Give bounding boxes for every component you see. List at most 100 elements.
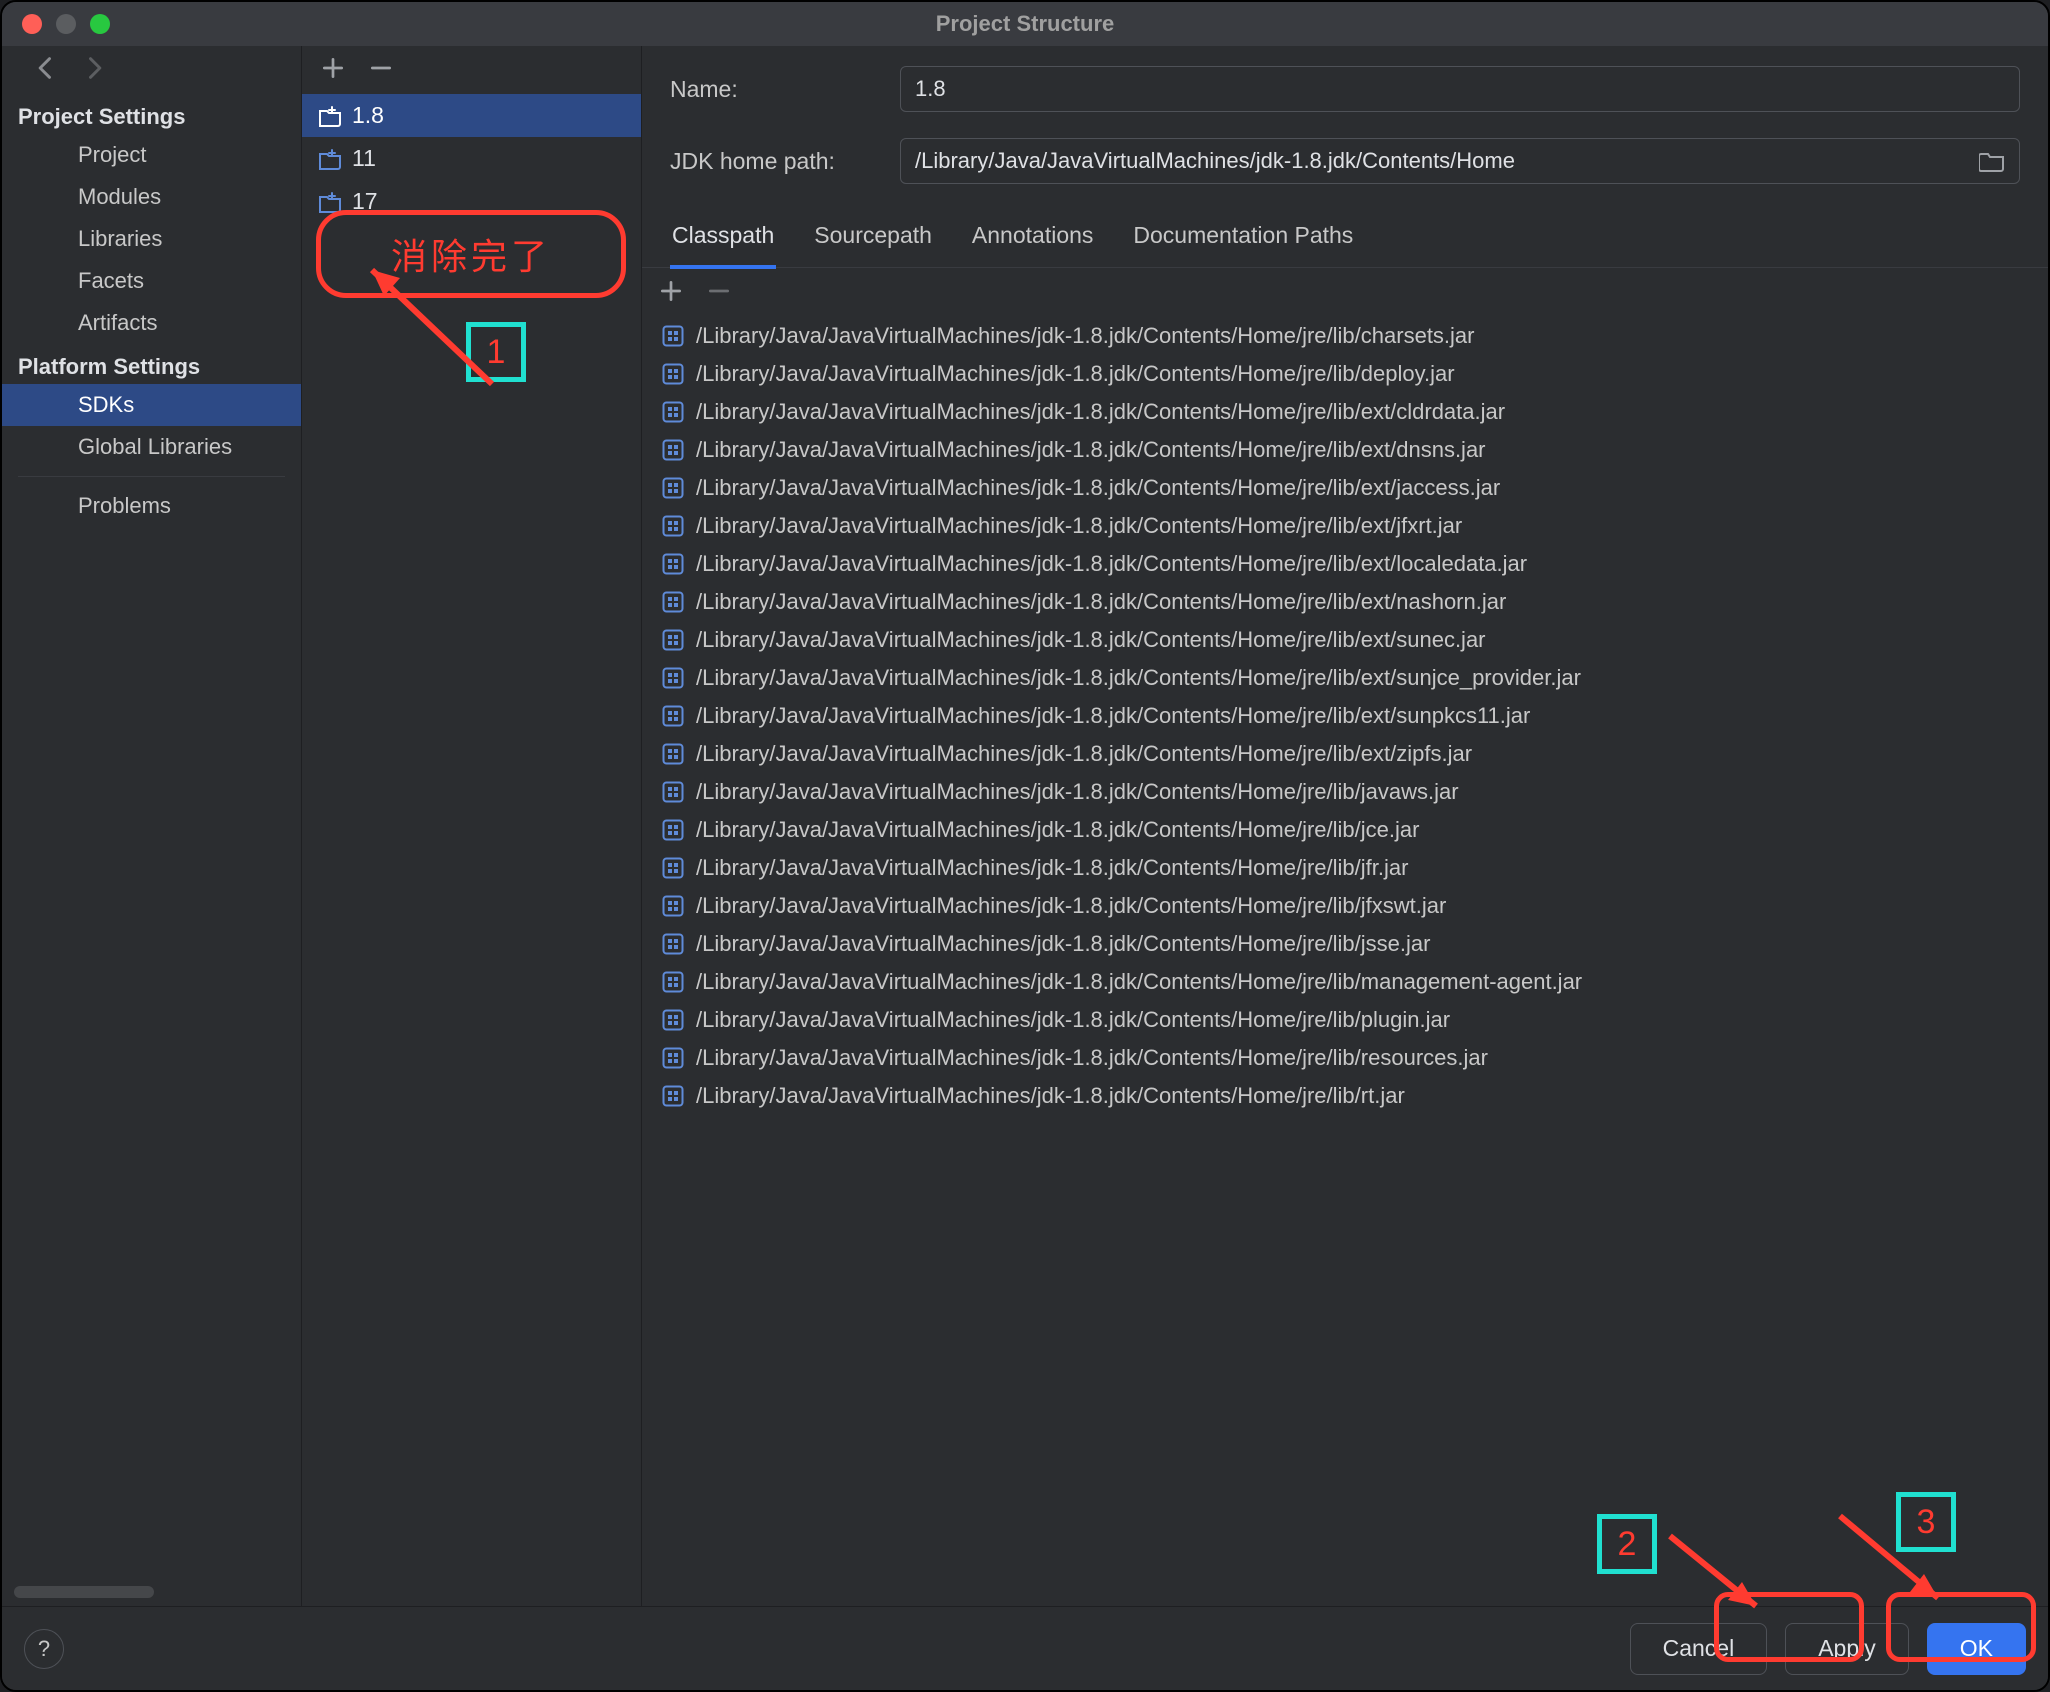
- annotation-arrow-1: [342, 244, 522, 414]
- sdk-item[interactable]: 17: [302, 180, 641, 223]
- sidebar-item-artifacts[interactable]: Artifacts: [2, 302, 301, 344]
- classpath-item-path: /Library/Java/JavaVirtualMachines/jdk-1.…: [696, 893, 1446, 919]
- jar-archive-icon: [662, 705, 684, 727]
- jar-archive-icon: [662, 857, 684, 879]
- horizontal-scrollbar[interactable]: [14, 1586, 154, 1598]
- sdk-item[interactable]: 11: [302, 137, 641, 180]
- tab-documentation-paths[interactable]: Documentation Paths: [1131, 210, 1355, 267]
- classpath-item[interactable]: /Library/Java/JavaVirtualMachines/jdk-1.…: [654, 469, 2036, 507]
- classpath-item-path: /Library/Java/JavaVirtualMachines/jdk-1.…: [696, 437, 1486, 463]
- sdk-item-label: 11: [352, 145, 376, 172]
- classpath-item-path: /Library/Java/JavaVirtualMachines/jdk-1.…: [696, 361, 1455, 387]
- tab-classpath[interactable]: Classpath: [670, 210, 776, 269]
- sdk-folder-icon: [318, 104, 342, 128]
- classpath-item[interactable]: /Library/Java/JavaVirtualMachines/jdk-1.…: [654, 583, 2036, 621]
- sidebar-item-project[interactable]: Project: [2, 134, 301, 176]
- sdk-item[interactable]: 1.8: [302, 94, 641, 137]
- section-platform-settings: Platform Settings: [2, 344, 301, 384]
- classpath-item-path: /Library/Java/JavaVirtualMachines/jdk-1.…: [696, 1045, 1488, 1071]
- jdk-home-path-input[interactable]: /Library/Java/JavaVirtualMachines/jdk-1.…: [900, 138, 2020, 184]
- classpath-item[interactable]: /Library/Java/JavaVirtualMachines/jdk-1.…: [654, 621, 2036, 659]
- classpath-item-path: /Library/Java/JavaVirtualMachines/jdk-1.…: [696, 703, 1530, 729]
- jar-archive-icon: [662, 553, 684, 575]
- classpath-item-path: /Library/Java/JavaVirtualMachines/jdk-1.…: [696, 931, 1430, 957]
- classpath-item[interactable]: /Library/Java/JavaVirtualMachines/jdk-1.…: [654, 735, 2036, 773]
- jar-archive-icon: [662, 325, 684, 347]
- ok-button[interactable]: OK: [1927, 1623, 2026, 1675]
- jar-archive-icon: [662, 895, 684, 917]
- classpath-item[interactable]: /Library/Java/JavaVirtualMachines/jdk-1.…: [654, 317, 2036, 355]
- nav-back-icon[interactable]: [32, 54, 60, 87]
- nav-forward-icon[interactable]: [80, 54, 108, 87]
- jar-archive-icon: [662, 933, 684, 955]
- jar-archive-icon: [662, 743, 684, 765]
- remove-sdk-icon[interactable]: [368, 55, 394, 86]
- apply-button[interactable]: Apply: [1785, 1623, 1909, 1675]
- jdk-home-path-label: JDK home path:: [670, 148, 900, 175]
- classpath-item-path: /Library/Java/JavaVirtualMachines/jdk-1.…: [696, 589, 1506, 615]
- jar-archive-icon: [662, 591, 684, 613]
- classpath-item[interactable]: /Library/Java/JavaVirtualMachines/jdk-1.…: [654, 545, 2036, 583]
- jar-archive-icon: [662, 819, 684, 841]
- browse-folder-icon[interactable]: [1979, 150, 2005, 172]
- classpath-item[interactable]: /Library/Java/JavaVirtualMachines/jdk-1.…: [654, 393, 2036, 431]
- titlebar: Project Structure: [2, 2, 2048, 46]
- jar-archive-icon: [662, 401, 684, 423]
- annotation-number-1: 1: [466, 322, 526, 382]
- jar-archive-icon: [662, 439, 684, 461]
- classpath-item[interactable]: /Library/Java/JavaVirtualMachines/jdk-1.…: [654, 659, 2036, 697]
- sidebar-item-sdks[interactable]: SDKs: [2, 384, 301, 426]
- name-input[interactable]: 1.8: [900, 66, 2020, 112]
- classpath-item[interactable]: /Library/Java/JavaVirtualMachines/jdk-1.…: [654, 925, 2036, 963]
- classpath-item[interactable]: /Library/Java/JavaVirtualMachines/jdk-1.…: [654, 811, 2036, 849]
- sdk-item-label: 1.8: [352, 102, 384, 129]
- jar-archive-icon: [662, 1047, 684, 1069]
- classpath-item[interactable]: /Library/Java/JavaVirtualMachines/jdk-1.…: [654, 507, 2036, 545]
- jar-archive-icon: [662, 629, 684, 651]
- jar-archive-icon: [662, 477, 684, 499]
- classpath-item[interactable]: /Library/Java/JavaVirtualMachines/jdk-1.…: [654, 355, 2036, 393]
- classpath-item-path: /Library/Java/JavaVirtualMachines/jdk-1.…: [696, 665, 1581, 691]
- classpath-item-path: /Library/Java/JavaVirtualMachines/jdk-1.…: [696, 399, 1505, 425]
- classpath-item[interactable]: /Library/Java/JavaVirtualMachines/jdk-1.…: [654, 1001, 2036, 1039]
- classpath-item[interactable]: /Library/Java/JavaVirtualMachines/jdk-1.…: [654, 697, 2036, 735]
- add-classpath-icon[interactable]: [658, 278, 684, 309]
- jar-archive-icon: [662, 1085, 684, 1107]
- classpath-item-path: /Library/Java/JavaVirtualMachines/jdk-1.…: [696, 627, 1486, 653]
- dialog-footer: ? Cancel Apply OK: [2, 1606, 2048, 1690]
- classpath-item-path: /Library/Java/JavaVirtualMachines/jdk-1.…: [696, 969, 1582, 995]
- tab-sourcepath[interactable]: Sourcepath: [812, 210, 934, 267]
- classpath-item[interactable]: /Library/Java/JavaVirtualMachines/jdk-1.…: [654, 963, 2036, 1001]
- classpath-list: /Library/Java/JavaVirtualMachines/jdk-1.…: [642, 315, 2048, 1606]
- classpath-item[interactable]: /Library/Java/JavaVirtualMachines/jdk-1.…: [654, 1077, 2036, 1115]
- tab-annotations[interactable]: Annotations: [970, 210, 1095, 267]
- jar-archive-icon: [662, 363, 684, 385]
- jar-archive-icon: [662, 971, 684, 993]
- sidebar-item-problems[interactable]: Problems: [2, 485, 301, 527]
- annotation-callout: 消除完了: [316, 210, 626, 298]
- sidebar-item-libraries[interactable]: Libraries: [2, 218, 301, 260]
- settings-sidebar: Project Settings Project Modules Librari…: [2, 46, 302, 1606]
- window-title: Project Structure: [2, 11, 2048, 37]
- classpath-item[interactable]: /Library/Java/JavaVirtualMachines/jdk-1.…: [654, 887, 2036, 925]
- sdk-tabs: Classpath Sourcepath Annotations Documen…: [642, 210, 2048, 268]
- add-sdk-icon[interactable]: [320, 55, 346, 86]
- classpath-item[interactable]: /Library/Java/JavaVirtualMachines/jdk-1.…: [654, 773, 2036, 811]
- divider: [18, 476, 285, 477]
- sdk-item-label: 17: [352, 188, 378, 215]
- sidebar-item-modules[interactable]: Modules: [2, 176, 301, 218]
- sdk-list-panel: 1.8 11 17 消除完了 1: [302, 46, 642, 1606]
- name-label: Name:: [670, 76, 900, 103]
- cancel-button[interactable]: Cancel: [1630, 1623, 1768, 1675]
- sidebar-item-global-libraries[interactable]: Global Libraries: [2, 426, 301, 468]
- classpath-item-path: /Library/Java/JavaVirtualMachines/jdk-1.…: [696, 551, 1527, 577]
- classpath-item-path: /Library/Java/JavaVirtualMachines/jdk-1.…: [696, 741, 1472, 767]
- classpath-item[interactable]: /Library/Java/JavaVirtualMachines/jdk-1.…: [654, 431, 2036, 469]
- annotation-callout-text: 消除完了: [391, 228, 551, 280]
- remove-classpath-icon[interactable]: [706, 278, 732, 309]
- sdk-detail-panel: Name: 1.8 JDK home path: /Library/Java/J…: [642, 46, 2048, 1606]
- classpath-item[interactable]: /Library/Java/JavaVirtualMachines/jdk-1.…: [654, 849, 2036, 887]
- classpath-item[interactable]: /Library/Java/JavaVirtualMachines/jdk-1.…: [654, 1039, 2036, 1077]
- help-button[interactable]: ?: [24, 1629, 64, 1669]
- sidebar-item-facets[interactable]: Facets: [2, 260, 301, 302]
